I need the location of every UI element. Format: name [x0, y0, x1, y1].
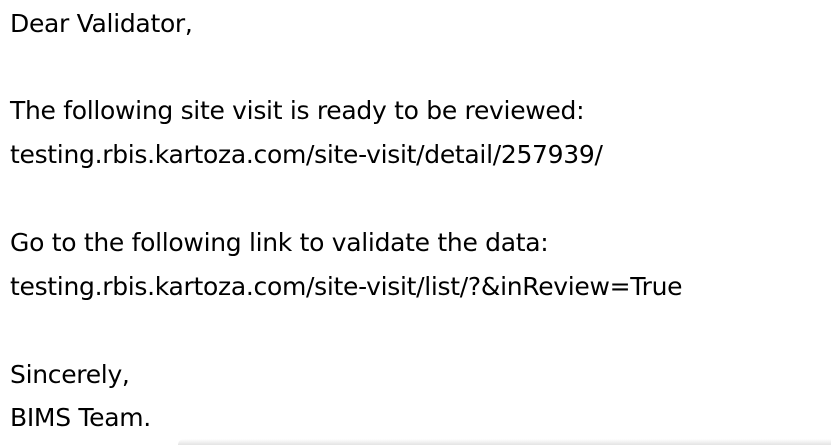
signature-text: BIMS Team. [10, 403, 151, 432]
review-list-link[interactable]: testing.rbis.kartoza.com/site-visit/list… [10, 272, 683, 302]
closing-text: Sincerely, [10, 360, 130, 389]
site-visit-detail-link[interactable]: testing.rbis.kartoza.com/site-visit/deta… [10, 140, 603, 170]
bottom-edge-shadow [178, 439, 831, 445]
intro-text: The following site visit is ready to be … [10, 96, 585, 125]
greeting-text: Dear Validator, [10, 9, 193, 38]
instruction-text: Go to the following link to validate the… [10, 228, 549, 257]
